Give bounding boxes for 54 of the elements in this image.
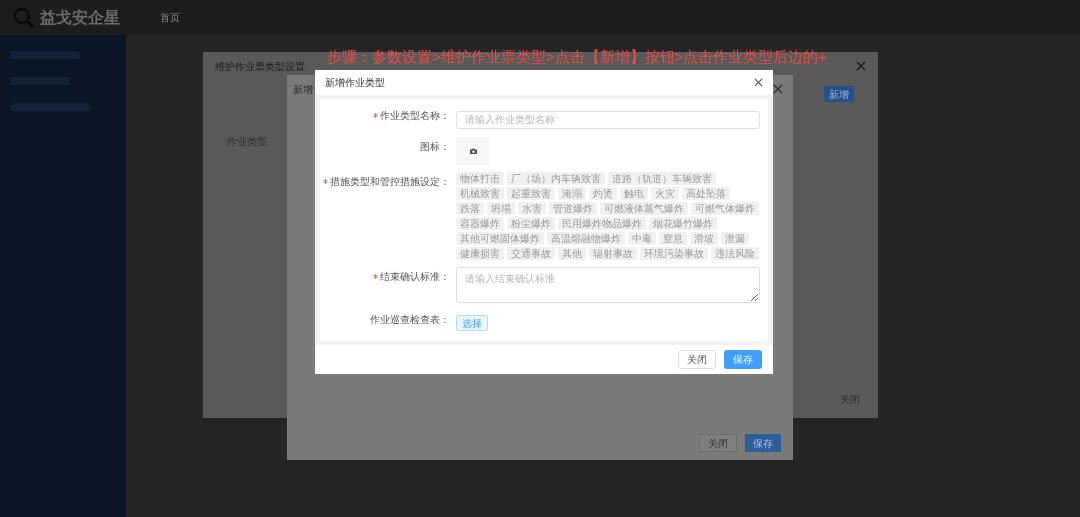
measure-tag[interactable]: 淹溺 [558,187,586,200]
close-icon[interactable] [754,78,763,87]
close-button[interactable]: 关闭 [699,434,737,452]
measure-tag[interactable]: 其他 [558,247,586,260]
measure-tag[interactable]: 起重致害 [507,187,555,200]
dialog-title: 新增作业类型 [325,76,385,90]
measure-tag[interactable]: 窒息 [659,232,687,245]
field-label: 作业巡查检查表： [370,312,450,327]
measure-tag[interactable]: 可燃液体蒸气爆炸 [600,202,688,215]
measure-tag[interactable]: 泄漏 [721,232,749,245]
measure-tag[interactable]: 环境污染事故 [640,247,708,260]
step-annotation: 步骤：参数设置>维护作业票类型>点击【新增】按钮>点击作业类型后边的+ [327,47,828,67]
close-button[interactable]: 关闭 [678,350,716,369]
measure-tag[interactable]: 火灾 [651,187,679,200]
dialog-title: 新增 [293,82,313,97]
save-button[interactable]: 保存 [724,350,762,369]
measure-tag[interactable]: 跌落 [456,202,484,215]
close-icon[interactable] [773,84,783,94]
field-label: 结束确认标准： [380,269,450,284]
criteria-textarea[interactable]: 请输入结束确认标准 [456,267,760,303]
name-input[interactable]: 请输入作业类型名称 [456,110,760,129]
measure-tag[interactable]: 交通事故 [507,247,555,260]
camera-icon [469,148,477,154]
measure-tag[interactable]: 其他可燃固体爆炸 [456,232,544,245]
field-label: 图标： [420,139,450,154]
icon-upload[interactable] [456,137,490,165]
measure-tag[interactable]: 管道爆炸 [549,202,597,215]
measure-tag[interactable]: 滑坡 [690,232,718,245]
measure-tag[interactable]: 机械致害 [456,187,504,200]
measure-tag[interactable]: 粉尘爆炸 [507,217,555,230]
measure-tag[interactable]: 物体打击 [456,172,504,185]
measure-tag[interactable]: 健康损害 [456,247,504,260]
field-label: 作业类型名称： [380,108,450,123]
select-button[interactable]: 选择 [456,315,488,331]
measure-tag[interactable]: 辐射事故 [589,247,637,260]
measure-tag[interactable]: 违法风险 [711,247,759,260]
measure-tag[interactable]: 容器爆炸 [456,217,504,230]
measure-tag[interactable]: 中毒 [628,232,656,245]
measure-tag[interactable]: 可燃气体爆炸 [691,202,759,215]
measure-tag[interactable]: 水害 [518,202,546,215]
measure-tag[interactable]: 坍塌 [487,202,515,215]
add-button[interactable]: 新增 [824,86,854,102]
logo-text: 益戈安企星 [40,7,120,28]
measure-tag[interactable]: 高温熔融物爆炸 [547,232,625,245]
measure-tag[interactable]: 烟花爆竹爆炸 [649,217,717,230]
measure-tag[interactable]: 道路（轨道）车辆致害 [608,172,716,185]
measure-tag[interactable]: 高处坠落 [682,187,730,200]
save-button[interactable]: 保存 [745,434,781,452]
measure-tag[interactable]: 灼烫 [589,187,617,200]
field-label: 措施类型和管控措施设定： [330,174,450,189]
measure-tag[interactable]: 厂（场）内车辆致害 [507,172,605,185]
nav-link[interactable]: 首页 [160,10,180,25]
measure-tag[interactable]: 民用爆炸物品爆炸 [558,217,646,230]
measure-tag[interactable]: 触电 [620,187,648,200]
